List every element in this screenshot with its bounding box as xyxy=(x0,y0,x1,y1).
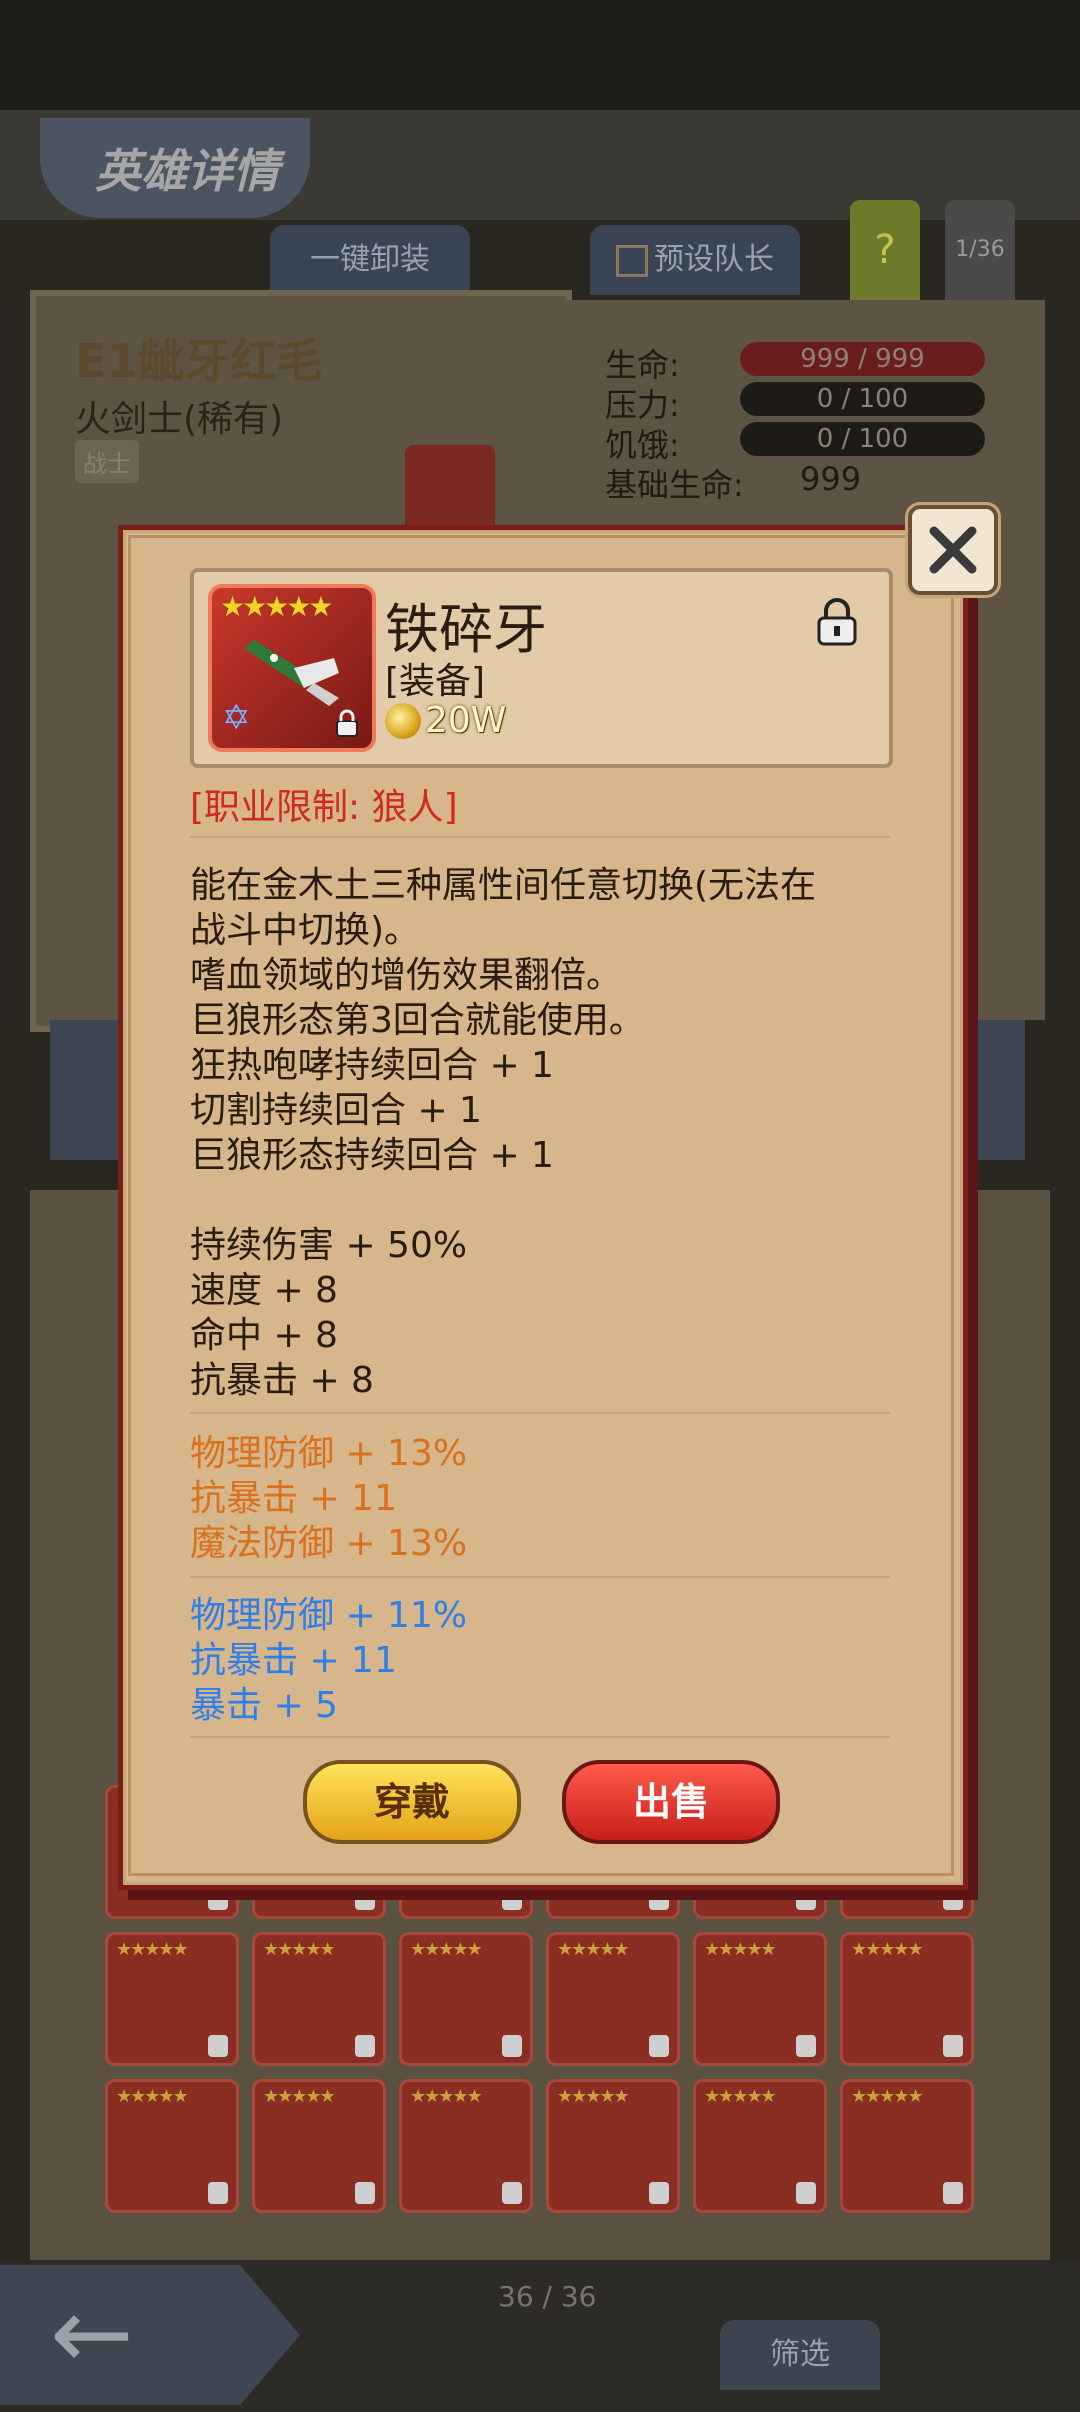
item-stars: ★★★★★ xyxy=(410,1939,483,1960)
blue-stat-line: 暴击 + 5 xyxy=(190,1685,338,1726)
hunger-bar: 0 / 100 xyxy=(740,422,985,456)
lock-icon xyxy=(649,2182,669,2204)
stress-bar: 0 / 100 xyxy=(740,382,985,416)
hero-name: E1龇牙红毛 xyxy=(75,334,323,388)
lock-icon xyxy=(208,1888,228,1910)
inventory-item-slot[interactable]: ★★★★★ xyxy=(252,2079,386,2213)
inventory-item-slot[interactable]: ★★★★★ xyxy=(105,1932,239,2066)
inventory-item-slot[interactable]: ★★★★★ xyxy=(693,1932,827,2066)
divider xyxy=(190,1412,890,1414)
lock-icon xyxy=(796,1888,816,1910)
item-stars: ★★★★★ xyxy=(116,1939,189,1960)
lock-icon xyxy=(943,2035,963,2057)
item-stars: ★★★★★ xyxy=(410,2086,483,2107)
lock-icon xyxy=(336,709,358,737)
lock-icon xyxy=(208,2182,228,2204)
class-restriction: [职业限制: 狼人] xyxy=(190,787,458,828)
filter-button[interactable]: 筛选 xyxy=(720,2320,880,2390)
weapon-claw-icon xyxy=(244,640,339,706)
item-icon: ★★★★★ ✡ xyxy=(208,584,376,752)
inventory-item-slot[interactable]: ★★★★★ xyxy=(840,1932,974,2066)
lock-icon xyxy=(502,2035,522,2057)
lock-icon xyxy=(649,1888,669,1910)
description-line: 巨狼形态持续回合 + 1 xyxy=(190,1135,554,1176)
divider xyxy=(190,1576,890,1578)
back-arrow-icon: ← xyxy=(50,2275,134,2392)
lock-icon xyxy=(796,2035,816,2057)
item-stars: ★★★★★ xyxy=(851,2086,924,2107)
lock-icon xyxy=(355,2182,375,2204)
hero-class: 火剑士(稀有) xyxy=(75,399,284,440)
star-badge-icon: ✡ xyxy=(222,698,251,738)
coin-icon xyxy=(385,703,421,739)
item-stars: ★★★★★ xyxy=(704,2086,777,2107)
item-stars: ★★★★★ xyxy=(263,2086,336,2107)
hero-role-badge: 战士 xyxy=(75,440,139,483)
inventory-item-slot[interactable]: ★★★★★ xyxy=(252,1932,386,2066)
back-button[interactable] xyxy=(0,2265,300,2405)
lock-icon xyxy=(943,1888,963,1910)
lock-icon xyxy=(355,1888,375,1910)
item-type: [装备] xyxy=(385,661,486,702)
sell-button[interactable]: 出售 xyxy=(562,1760,780,1844)
item-stars: ★★★★★ xyxy=(220,590,334,623)
lock-icon xyxy=(649,2035,669,2057)
lock-icon xyxy=(502,1888,522,1910)
close-button[interactable] xyxy=(908,505,998,595)
base-stat-line: 抗暴击 + 8 xyxy=(190,1360,374,1401)
wear-button[interactable]: 穿戴 xyxy=(303,1760,521,1844)
close-icon xyxy=(929,526,977,574)
inventory-item-slot[interactable]: ★★★★★ xyxy=(399,1932,533,2066)
inventory-item-slot[interactable]: ★★★★★ xyxy=(693,2079,827,2213)
item-stars: ★★★★★ xyxy=(116,2086,189,2107)
inventory-item-slot[interactable]: ★★★★★ xyxy=(840,2079,974,2213)
lock-icon xyxy=(943,2182,963,2204)
divider xyxy=(190,1736,890,1738)
item-stars: ★★★★★ xyxy=(851,1939,924,1960)
orange-stat-line: 魔法防御 + 13% xyxy=(190,1523,468,1564)
inventory-item-slot[interactable]: ★★★★★ xyxy=(546,2079,680,2213)
item-stars: ★★★★★ xyxy=(557,2086,630,2107)
page-indicator: 36 / 36 xyxy=(498,2280,597,2313)
unequip-all-button[interactable]: 一键卸装 xyxy=(270,225,470,295)
lock-icon xyxy=(355,2035,375,2057)
base-life-label: 基础生命: xyxy=(605,466,744,504)
item-stars: ★★★★★ xyxy=(557,1939,630,1960)
inventory-item-slot[interactable]: ★★★★★ xyxy=(105,2079,239,2213)
hero-index: 1/36 xyxy=(945,200,1015,300)
preset-captain-button[interactable]: 预设队长 xyxy=(590,225,800,295)
weapon-slot[interactable] xyxy=(405,445,495,535)
lock-toggle-icon[interactable] xyxy=(815,598,859,646)
lock-icon xyxy=(796,2182,816,2204)
captain-checkbox[interactable] xyxy=(616,244,648,277)
item-stars: ★★★★★ xyxy=(704,1939,777,1960)
divider xyxy=(190,836,890,838)
item-stars: ★★★★★ xyxy=(263,1939,336,1960)
help-button[interactable]: ? xyxy=(850,200,920,300)
page-title: 英雄详情 xyxy=(95,144,279,198)
lock-icon xyxy=(502,2182,522,2204)
inventory-item-slot[interactable]: ★★★★★ xyxy=(399,2079,533,2213)
inventory-item-slot[interactable]: ★★★★★ xyxy=(546,1932,680,2066)
item-price: 20W xyxy=(425,700,507,741)
base-life-value: 999 xyxy=(800,460,862,498)
life-bar: 999 / 999 xyxy=(740,342,985,376)
status-bar xyxy=(0,0,1080,110)
preset-captain-label: 预设队长 xyxy=(654,242,774,277)
prev-hero-arrow[interactable] xyxy=(50,1020,120,1160)
lock-icon xyxy=(208,2035,228,2057)
